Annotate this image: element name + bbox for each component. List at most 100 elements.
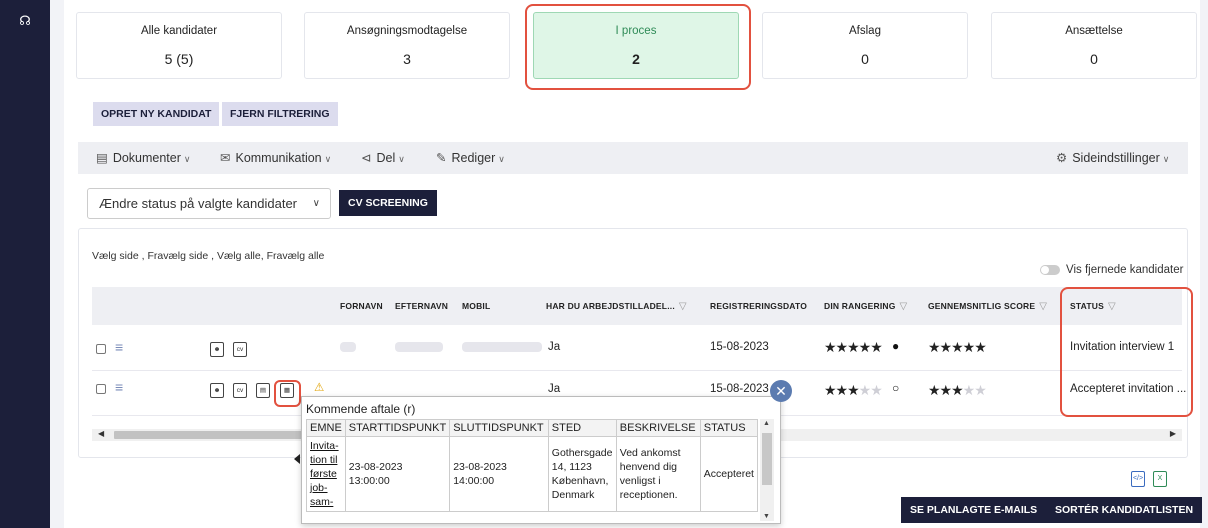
communication-menu[interactable]: ✉ Kommunikation ∨ (220, 150, 331, 165)
appointment-description: Ved ankomst henvend dig venligst i recep… (615, 436, 701, 512)
chevron-down-icon: ∨ (1162, 154, 1170, 164)
selection-links: Vælg side , Fravælg side , Vælg alle, Fr… (92, 250, 325, 262)
column-registration-date[interactable]: REGISTRERINGSDATO (710, 301, 807, 311)
row-menu-icon[interactable]: ≡ (115, 339, 123, 355)
select-all-link[interactable]: Vælg alle (217, 250, 261, 262)
remove-filter-button[interactable]: FJERN FILTRERING (222, 102, 338, 126)
html-export-icon[interactable]: </> (1131, 471, 1145, 487)
page-settings-menu[interactable]: ⚙ Sideindstillinger ∨ (1056, 150, 1169, 165)
create-candidate-button[interactable]: OPRET NY KANDIDAT (93, 102, 220, 126)
column-work-permit[interactable]: HAR DU ARBEJDSTILLADEL... ▽ (546, 301, 687, 312)
star-icon: ★★★ (928, 382, 964, 398)
filter-icon[interactable]: ▽ (900, 301, 908, 312)
status-card-hired[interactable]: Ansættelse 0 (991, 12, 1197, 79)
chevron-down-icon: ∨ (498, 154, 505, 164)
upcoming-appointment-popup: Kommende aftale (r) EMNE STARTTIDSPUNKT … (301, 396, 781, 524)
status-card-count: 2 (632, 51, 640, 67)
deselect-all-link[interactable]: Fravælg alle (267, 250, 325, 262)
documents-label: Dokumenter (112, 151, 181, 165)
appointment-subject-link[interactable]: Invita- tion til første job- sam- (310, 440, 339, 508)
row-menu-icon[interactable]: ≡ (115, 379, 123, 395)
status-card-all[interactable]: Alle kandidater 5 (5) (76, 12, 282, 79)
column-status[interactable]: STATUS ▽ (1070, 301, 1116, 312)
table-row[interactable]: ≡ ☻ cv Ja 15-08-2023 ★★★★★ ● ★★★★★ Invit… (92, 327, 1182, 371)
appointment-header: EMNE (306, 419, 346, 437)
warning-icon: ⚠ (314, 382, 325, 394)
change-status-select[interactable]: Ændre status på valgte kandidater ∨ (87, 188, 331, 219)
status-card-label: Ansøgningsmodtagelse (346, 25, 468, 37)
left-sidebar: ☊ (0, 0, 50, 528)
filter-icon[interactable]: ▽ (679, 301, 687, 312)
calendar-icon[interactable]: ▦ (280, 383, 294, 398)
column-your-rating-label: DIN RANGERING (824, 301, 896, 311)
chevron-down-icon: ∨ (312, 198, 320, 209)
share-menu[interactable]: ⊲ Del ∨ (361, 150, 405, 165)
mobile-blurred (462, 342, 542, 352)
excel-export-icon[interactable]: X (1153, 471, 1167, 487)
share-label: Del (376, 151, 396, 165)
gear-icon: ⚙ (1056, 151, 1068, 165)
work-permit-cell: Ja (548, 383, 561, 395)
column-status-label: STATUS (1070, 301, 1104, 311)
scroll-right-arrow-icon[interactable]: ▶ (1170, 429, 1176, 438)
chevron-down-icon: ∨ (324, 154, 332, 164)
appointment-end: 23-08-2023 14:00:00 (449, 436, 549, 512)
comment-icon[interactable]: ● (892, 339, 899, 353)
status-card-count: 0 (1090, 51, 1098, 67)
headset-icon[interactable]: ☊ (17, 13, 33, 29)
filter-icon[interactable]: ▽ (1039, 301, 1047, 312)
show-removed-label: Vis fjernede kandidater (1066, 264, 1184, 276)
profile-card-icon[interactable]: ☻ (210, 383, 224, 398)
avg-score-stars: ★★★★★ (928, 339, 987, 356)
deselect-page-link[interactable]: Fravælg side (147, 250, 208, 262)
row-checkbox[interactable] (96, 344, 106, 354)
scroll-down-arrow-icon[interactable]: ▼ (763, 513, 770, 520)
filter-icon[interactable]: ▽ (1108, 301, 1116, 312)
edit-menu[interactable]: ✎ Rediger ∨ (436, 150, 505, 165)
cv-screening-button[interactable]: CV SCREENING (339, 190, 437, 216)
status-cell: Invitation interview 1 (1070, 341, 1175, 353)
scroll-up-arrow-icon[interactable]: ▲ (763, 420, 770, 427)
star-icon[interactable]: ★★★★★ (824, 339, 883, 355)
star-icon[interactable]: ★★ (859, 382, 883, 398)
document-icon[interactable]: ▤ (256, 383, 270, 398)
status-card-count: 5 (5) (164, 51, 194, 67)
appointment-header: SLUTTIDSPUNKT (449, 419, 549, 437)
column-avg-score[interactable]: GENNEMSNITLIG SCORE ▽ (928, 301, 1047, 312)
close-icon[interactable]: ✕ (770, 380, 792, 402)
show-removed-toggle-row: Vis fjernede kandidater (1040, 264, 1183, 276)
documents-menu[interactable]: ▤ Dokumenter ∨ (96, 150, 191, 165)
communication-label: Kommunikation (235, 151, 322, 165)
select-page-link[interactable]: Vælg side (92, 250, 139, 262)
status-card-count: 0 (861, 51, 869, 67)
status-card-received[interactable]: Ansøgningsmodtagelse 3 (304, 12, 510, 79)
your-rating-stars[interactable]: ★★★★★ (824, 382, 883, 399)
work-permit-cell: Ja (548, 341, 561, 353)
popup-scrollbar[interactable]: ▲ ▼ (760, 419, 774, 521)
status-card-rejected[interactable]: Afslag 0 (762, 12, 968, 79)
profile-card-icon[interactable]: ☻ (210, 342, 224, 357)
planned-emails-button[interactable]: SE PLANLAGTE E-MAILS (901, 497, 1047, 523)
column-mobile[interactable]: MOBIL (462, 301, 490, 311)
popup-title: Kommende aftale (r) (306, 402, 416, 416)
your-rating-stars[interactable]: ★★★★★ (824, 339, 883, 356)
chevron-down-icon: ∨ (398, 154, 405, 164)
chevron-down-icon: ∨ (183, 154, 191, 164)
show-removed-toggle[interactable] (1040, 264, 1060, 275)
scroll-thumb[interactable] (762, 433, 772, 485)
cv-icon[interactable]: cv (233, 383, 247, 398)
status-card-label: Afslag (849, 25, 881, 37)
toolbar: ▤ Dokumenter ∨ ✉ Kommunikation ∨ ⊲ Del ∨ ✎ Redi… (78, 142, 1188, 174)
column-your-rating[interactable]: DIN RANGERING ▽ (824, 301, 907, 312)
row-checkbox[interactable] (96, 384, 106, 394)
sort-candidate-list-button[interactable]: SORTÉR KANDIDATLISTEN (1046, 497, 1203, 523)
column-lastname[interactable]: EFTERNAVN (395, 301, 448, 311)
registration-date-cell: 15-08-2023 (710, 341, 769, 353)
comment-icon[interactable]: ○ (892, 381, 899, 395)
status-card-in-process[interactable]: I proces 2 (533, 12, 739, 79)
star-icon[interactable]: ★★★ (824, 382, 860, 398)
appointment-start: 23-08-2023 13:00:00 (344, 436, 451, 512)
scroll-left-arrow-icon[interactable]: ◀ (98, 429, 104, 438)
cv-icon[interactable]: cv (233, 342, 247, 357)
column-firstname[interactable]: FORNAVN (340, 301, 383, 311)
